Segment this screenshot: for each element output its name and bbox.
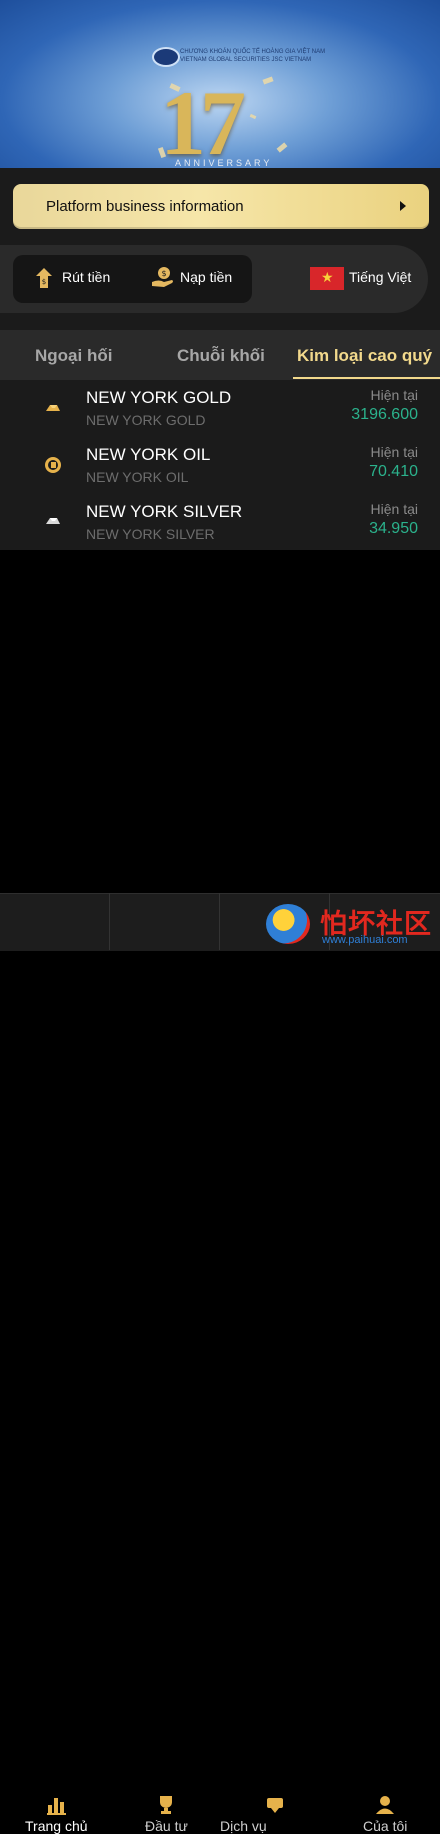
- chart-bars-icon: [47, 1798, 66, 1815]
- nav-service-label: Dịch vụ: [220, 1818, 267, 1834]
- deposit-icon: $: [152, 267, 173, 287]
- quote-caption: Hiện tại: [370, 501, 418, 517]
- nav-invest[interactable]: Đầu tư: [110, 893, 220, 1834]
- quote-title: NEW YORK SILVER: [86, 502, 243, 521]
- quote-caption: Hiện tại: [370, 444, 418, 460]
- company-name: CHƯƠNG KHOÁN QUỐC TẾ HOÀNG GIA VIỆT NAM …: [180, 48, 325, 64]
- quote-title: NEW YORK GOLD: [86, 388, 232, 407]
- service-icon: [267, 1798, 283, 1813]
- language-selector[interactable]: Tiếng Việt: [349, 269, 411, 285]
- quote-caption: Hiện tại: [370, 387, 418, 403]
- company-logo: [152, 47, 180, 67]
- tab-precious-metals[interactable]: Kim loại cao quý: [297, 346, 432, 366]
- vietnam-flag-icon[interactable]: ★: [310, 267, 344, 290]
- svg-text:$: $: [161, 269, 166, 278]
- quote-subtitle: NEW YORK OIL: [86, 469, 189, 485]
- gold-bar-icon: [46, 405, 60, 411]
- active-tab-indicator: [293, 377, 440, 379]
- nav-home[interactable]: Trang chủ: [0, 893, 110, 1834]
- user-icon: [376, 1796, 394, 1814]
- watermark-url: www.paihuai.com: [322, 934, 408, 946]
- trophy-icon: [160, 1796, 172, 1814]
- quote-value: 34.950: [369, 520, 418, 537]
- logo-line-1: CHƯƠNG KHOÁN QUỐC TẾ HOÀNG GIA VIỆT NAM: [180, 49, 326, 55]
- quote-subtitle: NEW YORK SILVER: [86, 526, 215, 542]
- chevron-right-icon: [400, 201, 406, 211]
- quote-value: 3196.600: [351, 406, 418, 423]
- withdraw-icon: $: [36, 268, 52, 288]
- watermark-logo: [266, 904, 310, 944]
- quote-subtitle: NEW YORK GOLD: [86, 412, 206, 428]
- platform-info-button[interactable]: Platform business information: [13, 184, 429, 229]
- svg-text:$: $: [42, 278, 46, 286]
- oil-coin-icon: [45, 457, 61, 473]
- tab-forex[interactable]: Ngoại hối: [35, 346, 112, 366]
- platform-info-label: Platform business information: [46, 198, 244, 215]
- confetti-decoration: [249, 113, 257, 120]
- anniversary-banner: CHƯƠNG KHOÁN QUỐC TẾ HOÀNG GIA VIỆT NAM …: [0, 0, 440, 168]
- anniversary-label: ANNIVERSARY: [175, 158, 273, 168]
- withdraw-button[interactable]: Rút tiền: [62, 269, 110, 285]
- tab-blockchain[interactable]: Chuỗi khối: [177, 346, 265, 366]
- confetti-decoration: [276, 142, 288, 153]
- deposit-button[interactable]: Nạp tiền: [180, 269, 232, 285]
- quote-title: NEW YORK OIL: [86, 445, 211, 464]
- watermark: 怕坏社区 www.paihuai.com: [262, 896, 440, 950]
- logo-line-2: VIETNAM GLOBAL SECURITIES JSC VIETNAM: [180, 57, 312, 63]
- quote-value: 70.410: [369, 463, 418, 480]
- nav-profile-label: Của tôi: [363, 1818, 408, 1834]
- nav-invest-label: Đầu tư: [145, 1818, 188, 1834]
- nav-home-label: Trang chủ: [25, 1818, 88, 1834]
- confetti-decoration: [262, 76, 274, 85]
- silver-bar-icon: [46, 518, 60, 524]
